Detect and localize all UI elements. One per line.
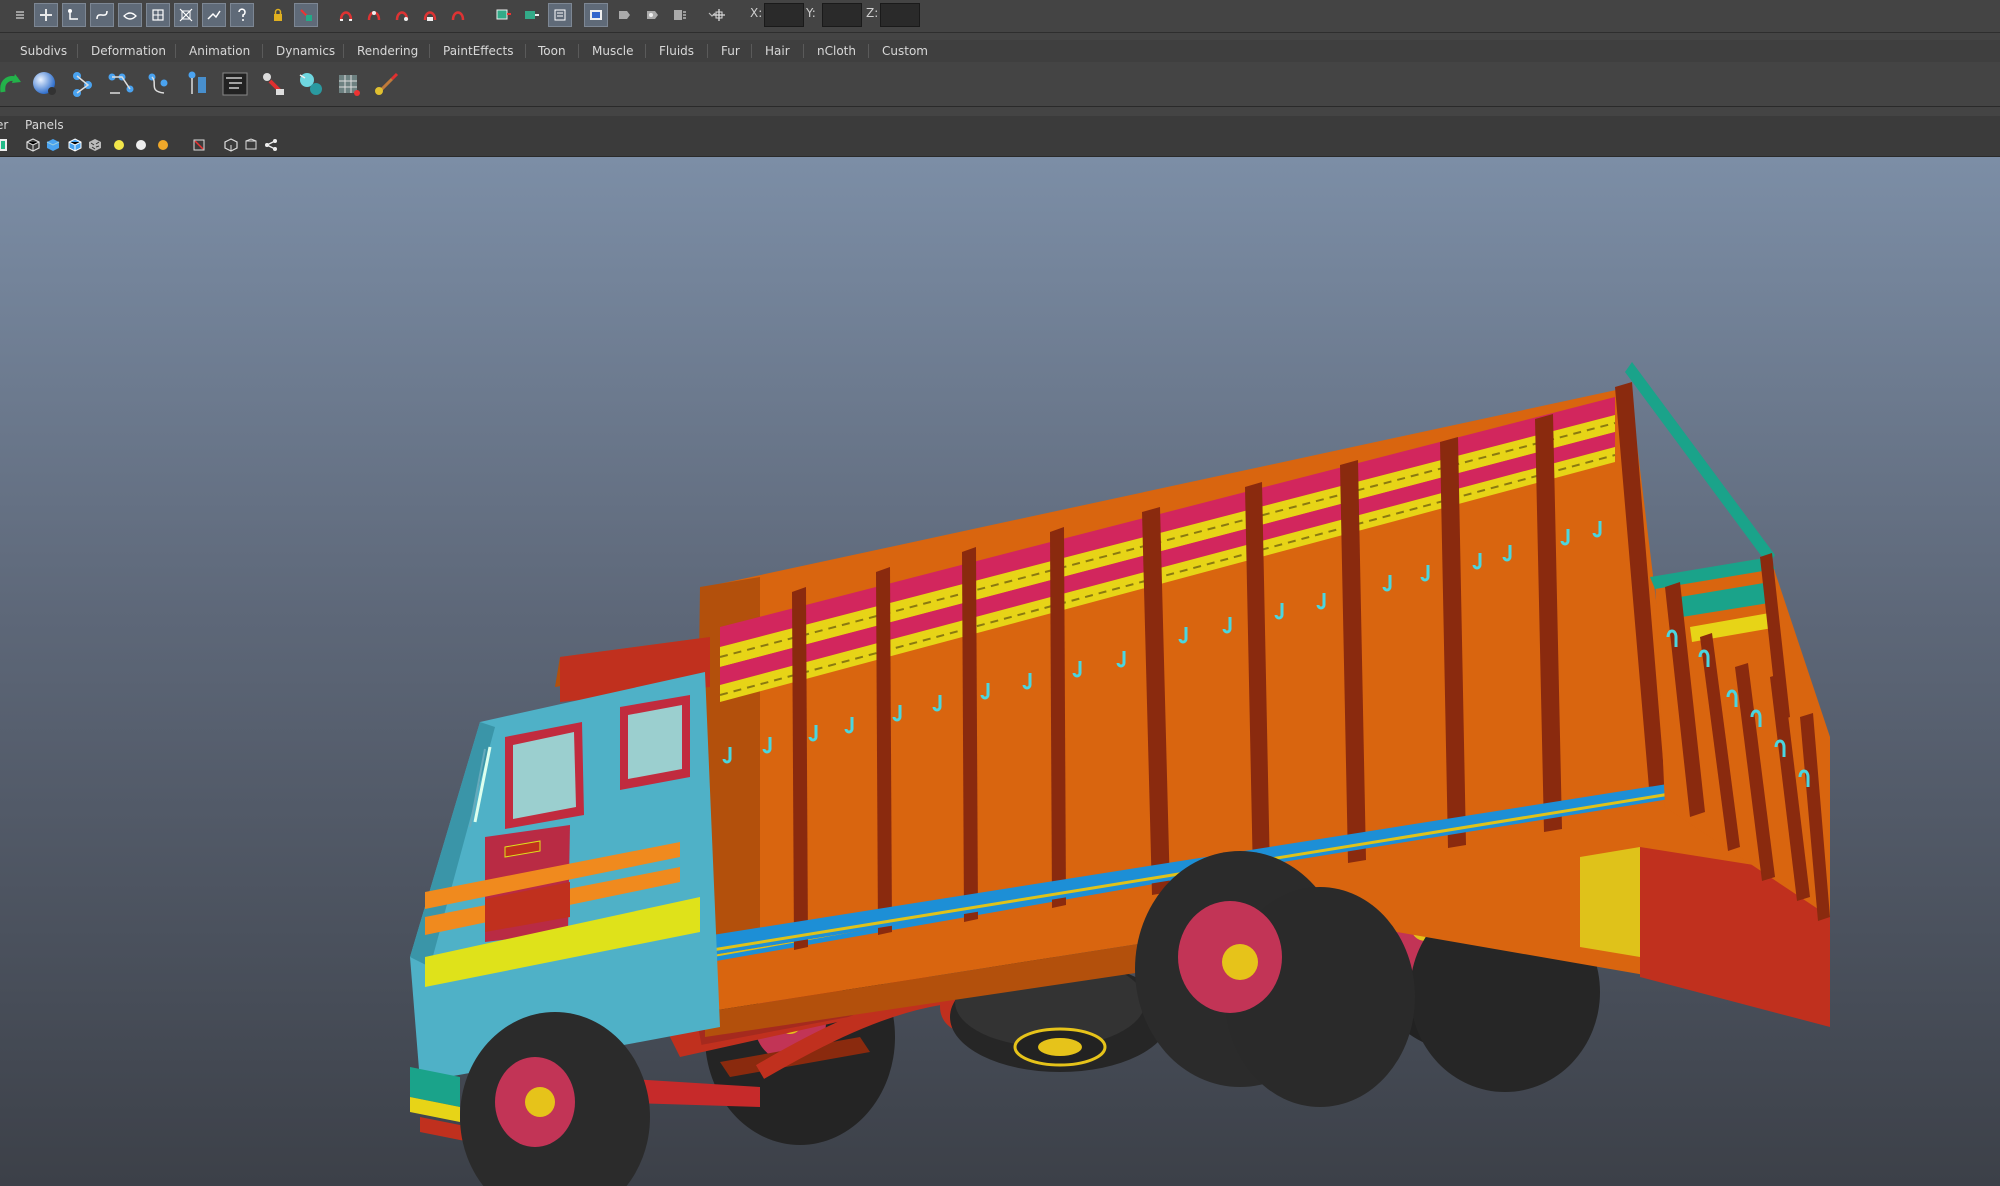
menu-renderer[interactable]: er [0,116,8,134]
textured-icon[interactable] [86,136,104,154]
share-icon[interactable] [262,136,280,154]
render-view-icon[interactable] [584,3,608,27]
select-dynamics-icon[interactable] [202,3,226,27]
tab-ncloth[interactable]: nCloth [817,40,856,62]
render-frame-icon[interactable] [612,3,636,27]
render-settings-icon[interactable] [668,3,692,27]
tab-toon[interactable]: Toon [538,40,566,62]
select-by-object-icon[interactable] [62,3,86,27]
shadows-icon[interactable] [154,136,172,154]
x-coord-label: X: [750,6,763,20]
inputs-icon[interactable] [548,3,572,27]
tab-deformation[interactable]: Deformation [91,40,166,62]
z-coord-field[interactable] [880,3,920,27]
wireframe-icon[interactable] [24,136,42,154]
paint-weights-icon[interactable] [256,67,290,101]
menu-collapse-icon[interactable] [8,3,32,27]
tab-divider [525,44,526,58]
perspective-viewport[interactable] [0,157,2000,1186]
lattice-icon[interactable] [332,67,366,101]
backface-icon[interactable] [242,136,260,154]
tab-divider [803,44,804,58]
grid-toggle-icon[interactable] [0,136,14,154]
ipr-render-icon[interactable] [640,3,664,27]
wireframe-on-shaded-icon[interactable] [66,136,84,154]
tab-divider [77,44,78,58]
panel-menubar: er Panels [0,116,2000,134]
tab-divider [343,44,344,58]
tab-fluids[interactable]: Fluids [659,40,694,62]
tab-fur[interactable]: Fur [721,40,740,62]
truck-model [410,362,1830,1186]
paint-brush-icon[interactable] [370,67,404,101]
tab-custom[interactable]: Custom [882,40,928,62]
menu-panels[interactable]: Panels [25,116,64,134]
tab-dynamics[interactable]: Dynamics [276,40,335,62]
tab-divider [175,44,176,58]
question-icon[interactable] [230,3,254,27]
lock-icon[interactable] [266,3,290,27]
ik-handle-icon[interactable] [104,67,138,101]
snap-point-icon[interactable] [390,3,414,27]
select-by-hierarchy-icon[interactable] [34,3,58,27]
ik-spline-icon[interactable] [142,67,176,101]
tab-divider [429,44,430,58]
snap-live-icon[interactable] [446,3,470,27]
tab-divider [578,44,579,58]
tab-hair[interactable]: Hair [765,40,790,62]
shelf [0,62,2000,107]
joint-tool-icon[interactable] [66,67,100,101]
blend-shape-icon[interactable] [294,67,328,101]
y-coord-field[interactable] [822,3,862,27]
panel-toolbar [0,134,2000,157]
redo-icon[interactable] [0,67,28,101]
smooth-bind-icon[interactable] [180,67,214,101]
default-light-icon[interactable] [110,136,128,154]
snap-view-plane-icon[interactable] [418,3,442,27]
select-polygon-icon[interactable] [146,3,170,27]
y-coord-label: Y: [806,6,816,20]
z-coord-label: Z: [866,6,879,20]
history-icon[interactable] [492,3,516,27]
maya-window: X: Y: Z: Subdivs Deformation Animation D… [0,0,2000,1186]
outliner-icon[interactable] [218,67,252,101]
snap-curve-icon[interactable] [362,3,386,27]
tab-divider [751,44,752,58]
xray-icon[interactable] [222,136,240,154]
select-surface-icon[interactable] [118,3,142,27]
highlight-selection-icon[interactable] [294,3,318,27]
select-deformation-icon[interactable] [174,3,198,27]
construction-history-icon[interactable] [520,3,544,27]
all-lights-icon[interactable] [132,136,150,154]
tab-divider [645,44,646,58]
tab-subdivs[interactable]: Subdivs [20,40,67,62]
tab-divider [868,44,869,58]
select-curve-icon[interactable] [90,3,114,27]
sphere-icon[interactable] [28,67,62,101]
tab-muscle[interactable]: Muscle [592,40,634,62]
tab-divider [707,44,708,58]
isolate-select-icon[interactable] [190,136,208,154]
tab-painteffects[interactable]: PaintEffects [443,40,513,62]
smooth-shade-icon[interactable] [44,136,62,154]
snap-grid-icon[interactable] [334,3,358,27]
status-line: X: Y: Z: [0,0,2000,33]
shelf-tabs: Subdivs Deformation Animation Dynamics R… [0,40,2000,63]
x-coord-field[interactable] [764,3,804,27]
tab-divider [262,44,263,58]
tab-animation[interactable]: Animation [189,40,250,62]
tab-rendering[interactable]: Rendering [357,40,418,62]
input-mode-icon[interactable] [704,3,728,27]
